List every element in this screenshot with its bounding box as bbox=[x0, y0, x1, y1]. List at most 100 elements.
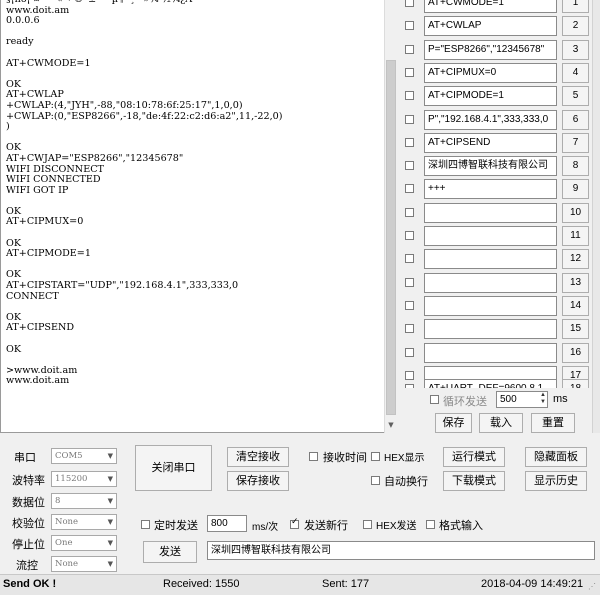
command-input[interactable]: AT+CWMODE=1 bbox=[424, 0, 557, 13]
hex-send-checkbox[interactable] bbox=[363, 520, 372, 529]
row-checkbox[interactable] bbox=[405, 91, 414, 101]
receive-time-label: 接收时间 bbox=[323, 452, 367, 464]
receive-textarea[interactable]: §¡no¡ ¤ °°ª«¬ ®¯±²³ ´µ¶ ·¸¹º»¼ ½¾¿À www.… bbox=[0, 0, 398, 433]
send-row-button[interactable]: 4 bbox=[562, 62, 589, 83]
command-input[interactable] bbox=[424, 342, 557, 363]
send-row-button[interactable]: 3 bbox=[562, 39, 589, 60]
send-row-button[interactable]: 15 bbox=[562, 319, 589, 340]
row-checkbox[interactable] bbox=[405, 231, 414, 240]
row-checkbox[interactable] bbox=[405, 0, 414, 7]
command-input[interactable]: AT+CIPMODE=1 bbox=[424, 86, 557, 107]
command-input[interactable]: AT+CIPSEND bbox=[424, 132, 557, 153]
flow-control-label: 流控 bbox=[16, 560, 38, 572]
multi-send-row: 16 bbox=[405, 342, 590, 363]
command-input[interactable]: +++ bbox=[424, 179, 557, 200]
command-input[interactable] bbox=[424, 272, 557, 293]
hex-display-checkbox[interactable] bbox=[371, 452, 380, 461]
resize-grip-icon[interactable]: ⋰ bbox=[588, 582, 596, 591]
auto-wrap-checkbox[interactable] bbox=[371, 476, 380, 485]
command-input[interactable]: AT+CWLAP bbox=[424, 16, 557, 37]
command-input[interactable]: P","192.168.4.1",333,333,0 bbox=[424, 109, 557, 130]
close-port-button[interactable]: 关闭串口 bbox=[135, 445, 212, 491]
multi-send-scrollbar[interactable] bbox=[592, 0, 600, 433]
loop-interval-input[interactable]: 500 ▲ ▼ bbox=[496, 391, 548, 408]
run-mode-button[interactable]: 运行模式 bbox=[443, 447, 505, 467]
send-row-button[interactable]: 2 bbox=[562, 16, 589, 37]
baud-select[interactable]: 115200 ▼ bbox=[51, 471, 117, 487]
baud-label: 波特率 bbox=[12, 475, 45, 487]
stop-bits-label: 停止位 bbox=[12, 539, 45, 551]
send-row-button[interactable]: 16 bbox=[562, 342, 589, 363]
send-row-button[interactable]: 8 bbox=[562, 156, 589, 177]
row-checkbox[interactable] bbox=[405, 300, 414, 310]
send-text-input[interactable]: 深圳四博智联科技有限公司 bbox=[207, 541, 595, 560]
save-button[interactable]: 保存 bbox=[435, 413, 472, 433]
command-input[interactable]: 深圳四博智联科技有限公司 bbox=[424, 156, 557, 177]
multi-send-row: 深圳四博智联科技有限公司 8 bbox=[405, 156, 590, 177]
send-row-button[interactable]: 9 bbox=[562, 179, 589, 200]
send-row-button[interactable]: 10 bbox=[562, 202, 589, 223]
command-input[interactable]: AT+CIPMUX=0 bbox=[424, 62, 557, 83]
parity-select[interactable]: None ▼ bbox=[51, 514, 117, 530]
send-row-button[interactable]: 11 bbox=[562, 226, 589, 246]
command-input[interactable] bbox=[424, 202, 557, 223]
status-bar: Send OK ! Received: 1550 Sent: 177 2018-… bbox=[0, 574, 600, 595]
command-input[interactable] bbox=[424, 295, 557, 316]
row-checkbox[interactable] bbox=[405, 254, 414, 264]
download-mode-button[interactable]: 下载模式 bbox=[443, 471, 505, 491]
receive-time-checkbox[interactable] bbox=[309, 452, 318, 461]
save-receive-button[interactable]: 保存接收 bbox=[227, 471, 289, 491]
send-row-button[interactable]: 13 bbox=[562, 272, 589, 293]
send-row-button[interactable]: 5 bbox=[562, 86, 589, 107]
multi-send-row: AT+CIPSEND 7 bbox=[405, 132, 590, 153]
spinner-arrows-icon[interactable]: ▲ ▼ bbox=[540, 392, 546, 406]
timed-unit-label: ms/次 bbox=[252, 522, 279, 533]
chevron-down-icon: ▼ bbox=[107, 475, 113, 483]
send-row-button[interactable]: 12 bbox=[562, 249, 589, 270]
send-newline-label: 发送新行 bbox=[304, 520, 348, 532]
data-bits-select[interactable]: 8 ▼ bbox=[51, 493, 117, 509]
command-input[interactable] bbox=[424, 319, 557, 340]
multi-send-row: AT+CWMODE=1 1 bbox=[405, 0, 590, 13]
row-checkbox[interactable] bbox=[405, 184, 414, 194]
format-input-checkbox[interactable] bbox=[426, 520, 435, 529]
receive-scrollbar-thumb[interactable] bbox=[386, 60, 396, 415]
row-checkbox[interactable] bbox=[405, 21, 414, 31]
send-row-button[interactable]: 6 bbox=[562, 109, 589, 130]
send-newline-checkbox[interactable] bbox=[290, 517, 299, 529]
row-checkbox[interactable] bbox=[405, 347, 414, 357]
send-row-button[interactable]: 1 bbox=[562, 0, 589, 13]
send-row-button[interactable]: 18 bbox=[562, 379, 589, 388]
scroll-down-arrow-icon[interactable]: ▼ bbox=[386, 420, 396, 430]
row-checkbox[interactable] bbox=[405, 67, 414, 77]
reset-button[interactable]: 重置 bbox=[531, 413, 575, 433]
loop-send-checkbox[interactable] bbox=[430, 395, 439, 404]
stop-bits-select[interactable]: One ▼ bbox=[51, 535, 117, 551]
clear-receive-button[interactable]: 清空接收 bbox=[227, 447, 289, 467]
command-input[interactable] bbox=[424, 226, 557, 246]
show-history-button[interactable]: 显示历史 bbox=[525, 471, 587, 491]
command-input[interactable]: P="ESP8266","12345678" bbox=[424, 39, 557, 60]
send-row-button[interactable]: 7 bbox=[562, 132, 589, 153]
send-button[interactable]: 发送 bbox=[143, 541, 197, 563]
row-checkbox[interactable] bbox=[405, 324, 414, 334]
command-input[interactable]: AT+UART_DEF=9600,8,1 bbox=[424, 379, 557, 388]
row-checkbox[interactable] bbox=[405, 384, 414, 388]
multi-send-row-partial: AT+UART_DEF=9600,8,1 18 bbox=[405, 379, 590, 388]
command-input[interactable] bbox=[424, 249, 557, 270]
chevron-down-icon: ▼ bbox=[107, 518, 113, 526]
timed-interval-input[interactable]: 800 bbox=[207, 515, 247, 532]
send-row-button[interactable]: 14 bbox=[562, 295, 589, 316]
row-checkbox[interactable] bbox=[405, 207, 414, 217]
row-checkbox[interactable] bbox=[405, 137, 414, 147]
row-checkbox[interactable] bbox=[405, 44, 414, 54]
format-input-label: 格式输入 bbox=[439, 520, 483, 532]
row-checkbox[interactable] bbox=[405, 114, 414, 124]
load-button[interactable]: 载入 bbox=[479, 413, 523, 433]
row-checkbox[interactable] bbox=[405, 161, 414, 171]
port-select[interactable]: COM5 ▼ bbox=[51, 448, 117, 464]
timed-send-checkbox[interactable] bbox=[141, 520, 150, 529]
hide-panel-button[interactable]: 隐藏面板 bbox=[525, 447, 587, 467]
flow-control-select[interactable]: None ▼ bbox=[51, 556, 117, 572]
row-checkbox[interactable] bbox=[405, 277, 414, 287]
